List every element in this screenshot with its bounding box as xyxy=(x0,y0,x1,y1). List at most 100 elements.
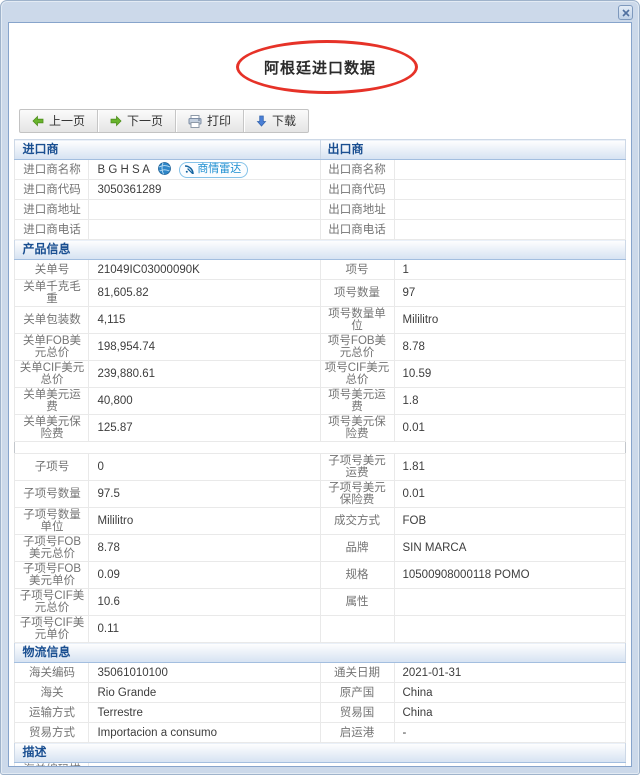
hs-code-description: EN ENVASES DE PESO NETO INFERIOR O IGUAL… xyxy=(88,762,626,766)
field-label: 品牌 xyxy=(319,534,395,562)
table-row: 进口商代码 3050361289 出口商代码 xyxy=(14,179,626,200)
section-header-logistics: 物流信息 xyxy=(14,642,626,663)
field-value: SIN MARCA xyxy=(393,534,626,562)
table-row: 子项号数量单位 Mililitro 成交方式 FOB xyxy=(14,507,626,535)
field-value: 10.59 xyxy=(393,360,626,388)
field-value: 0.01 xyxy=(393,414,626,442)
table-row: 子项号CIF美元单价 0.11 xyxy=(14,615,626,643)
field-label: 进口商代码 xyxy=(14,179,90,200)
section-header-row: 描述 xyxy=(14,742,626,763)
table-row: 子项号CIF美元总价 10.6 属性 xyxy=(14,588,626,616)
field-label: 出口商名称 xyxy=(319,159,395,180)
field-label: 子项号CIF美元单价 xyxy=(14,615,90,643)
arrow-down-icon xyxy=(256,115,267,127)
field-value: 3050361289 xyxy=(88,179,321,200)
field-label: 项号美元保险费 xyxy=(319,414,395,442)
field-label: 子项号美元保险费 xyxy=(319,480,395,508)
next-page-button[interactable]: 下一页 xyxy=(98,110,175,132)
field-label: 规格 xyxy=(319,561,395,589)
field-label: 子项号 xyxy=(14,453,90,481)
table-row: 海关编码描述 EN ENVASES DE PESO NETO INFERIOR … xyxy=(14,762,626,766)
field-label: 子项号CIF美元总价 xyxy=(14,588,90,616)
field-label: 关单FOB美元总价 xyxy=(14,333,90,361)
field-value: Terrestre xyxy=(88,702,321,723)
field-label: 成交方式 xyxy=(319,507,395,535)
field-label: 出口商地址 xyxy=(319,199,395,220)
field-label: 关单包装数 xyxy=(14,306,90,334)
field-value: 198,954.74 xyxy=(88,333,321,361)
section-header-row: 进口商 出口商 xyxy=(14,139,626,160)
field-label xyxy=(319,615,395,643)
section-header-importer: 进口商 xyxy=(14,139,321,160)
download-label: 下载 xyxy=(272,114,297,128)
field-value: - xyxy=(393,722,626,743)
close-icon xyxy=(621,8,630,17)
arrow-left-icon xyxy=(32,115,44,127)
field-label: 出口商电话 xyxy=(319,219,395,240)
field-label: 子项号FOB美元单价 xyxy=(14,561,90,589)
data-table: 进口商 出口商 进口商名称 B G H S A 商情雷达 出口商名称 进口商代码… xyxy=(14,139,626,766)
business-radar-badge[interactable]: 商情雷达 xyxy=(179,161,249,178)
printer-icon xyxy=(188,114,202,128)
table-row: 海关编码 35061010100 通关日期 2021-01-31 xyxy=(14,662,626,683)
toolbar: 上一页 下一页 打印 下载 xyxy=(19,109,310,133)
field-value xyxy=(393,179,626,200)
field-value xyxy=(393,199,626,220)
field-label: 子项号数量 xyxy=(14,480,90,508)
table-row: 运输方式 Terrestre 贸易国 China xyxy=(14,702,626,723)
next-page-label: 下一页 xyxy=(127,114,164,128)
field-value: 35061010100 xyxy=(88,662,321,683)
prev-page-button[interactable]: 上一页 xyxy=(20,110,97,132)
section-header-row: 产品信息 xyxy=(14,239,626,260)
business-radar-label: 商情雷达 xyxy=(197,163,242,175)
field-label: 关单美元保险费 xyxy=(14,414,90,442)
table-row: 关单CIF美元总价 239,880.61 项号CIF美元总价 10.59 xyxy=(14,360,626,388)
field-value: 1.81 xyxy=(393,453,626,481)
field-label: 关单号 xyxy=(14,259,90,280)
field-value: 2021-01-31 xyxy=(393,662,626,683)
field-value: 97.5 xyxy=(88,480,321,508)
close-button[interactable] xyxy=(618,5,633,20)
field-value xyxy=(393,219,626,240)
field-label: 进口商电话 xyxy=(14,219,90,240)
print-button[interactable]: 打印 xyxy=(176,110,243,132)
field-label: 项号FOB美元总价 xyxy=(319,333,395,361)
spacer-cell xyxy=(15,442,625,454)
print-label: 打印 xyxy=(207,114,232,128)
field-label: 关单美元运费 xyxy=(14,387,90,415)
field-value: 125.87 xyxy=(88,414,321,442)
section-header-row: 物流信息 xyxy=(14,642,626,663)
field-value: 97 xyxy=(393,279,626,307)
importer-name-cell: B G H S A 商情雷达 xyxy=(88,159,321,180)
field-label: 项号数量 xyxy=(319,279,395,307)
importer-name: B G H S A xyxy=(97,163,150,176)
table-row: 进口商电话 出口商电话 xyxy=(14,219,626,240)
table-row: 进口商地址 出口商地址 xyxy=(14,199,626,220)
table-row: 关单包装数 4,115 项号数量单位 Mililitro xyxy=(14,306,626,334)
field-label: 子项号FOB美元总价 xyxy=(14,534,90,562)
table-row: 子项号FOB美元单价 0.09 规格 10500908000118 POMO xyxy=(14,561,626,589)
field-value xyxy=(88,219,321,240)
field-value: 0.09 xyxy=(88,561,321,589)
field-value: China xyxy=(393,682,626,703)
field-label: 运输方式 xyxy=(14,702,90,723)
field-label: 关单CIF美元总价 xyxy=(14,360,90,388)
page-title: 阿根廷进口数据 xyxy=(263,59,376,77)
table-row: 关单美元运费 40,800 项号美元运费 1.8 xyxy=(14,387,626,415)
field-label: 项号美元运费 xyxy=(319,387,395,415)
globe-icon[interactable] xyxy=(158,161,172,178)
field-label: 海关编码 xyxy=(14,662,90,683)
section-header-exporter: 出口商 xyxy=(319,139,626,160)
field-label: 原产国 xyxy=(319,682,395,703)
field-value: 8.78 xyxy=(88,534,321,562)
field-label: 属性 xyxy=(319,588,395,616)
prev-page-label: 上一页 xyxy=(49,114,86,128)
download-button[interactable]: 下载 xyxy=(244,110,308,132)
field-value: 239,880.61 xyxy=(88,360,321,388)
table-row: 子项号FOB美元总价 8.78 品牌 SIN MARCA xyxy=(14,534,626,562)
table-row: 子项号数量 97.5 子项号美元保险费 0.01 xyxy=(14,480,626,508)
table-row: 关单FOB美元总价 198,954.74 项号FOB美元总价 8.78 xyxy=(14,333,626,361)
field-value: 10.6 xyxy=(88,588,321,616)
field-value: FOB xyxy=(393,507,626,535)
table-row: 进口商名称 B G H S A 商情雷达 出口商名称 xyxy=(14,159,626,180)
